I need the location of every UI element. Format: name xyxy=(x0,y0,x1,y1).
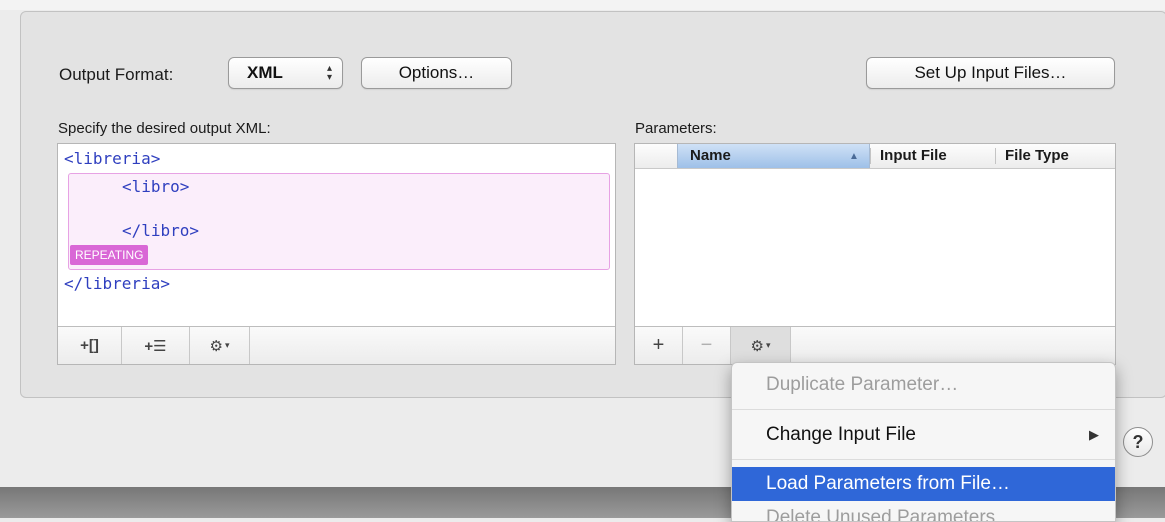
parameters-table-header: Name ▲ Input File File Type xyxy=(635,144,1115,169)
xml-editor-toolbar: +[] +☰ ⚙ ▾ xyxy=(58,326,615,364)
options-button[interactable]: Options… xyxy=(361,57,512,89)
parameters-table[interactable]: Name ▲ Input File File Type + − ⚙ ▾ xyxy=(634,143,1116,365)
parameters-context-menu: Duplicate Parameter… Change Input File ▶… xyxy=(731,362,1116,522)
submenu-arrow-icon: ▶ xyxy=(1089,427,1099,442)
header-divider xyxy=(870,148,871,164)
parameters-heading: Parameters: xyxy=(635,120,717,137)
xml-editor[interactable]: <libreria> <libro> </libro> REPEATING </… xyxy=(57,143,616,365)
parameters-toolbar: + − ⚙ ▾ xyxy=(635,326,1115,364)
window-top-strip xyxy=(0,0,1165,10)
menu-item-delete-unused-parameters[interactable]: Delete Unused Parameters xyxy=(732,501,1115,521)
xml-line-libro-open[interactable]: <libro> xyxy=(122,177,189,196)
gear-icon: ⚙ xyxy=(750,337,764,355)
menu-item-label: Change Input File xyxy=(766,424,916,445)
xml-line-libreria-open[interactable]: <libreria> xyxy=(64,149,160,168)
output-format-value: XML xyxy=(247,63,283,82)
xml-line-libreria-close[interactable]: </libreria> xyxy=(64,274,170,293)
xml-action-menu-button[interactable]: ⚙ ▾ xyxy=(190,327,250,364)
xml-line-libro-close[interactable]: </libro> xyxy=(122,221,199,240)
chevron-down-icon: ▾ xyxy=(224,340,230,350)
popup-arrows-icon: ▴ ▾ xyxy=(326,63,332,83)
menu-item-load-parameters[interactable]: Load Parameters from File… xyxy=(732,467,1115,501)
gear-icon: ⚙ xyxy=(209,337,223,355)
column-header-name[interactable]: Name xyxy=(690,147,731,164)
repeating-badge: REPEATING xyxy=(70,245,149,265)
add-list-button[interactable]: +☰ xyxy=(122,327,190,364)
menu-item-change-input-file[interactable]: Change Input File ▶ xyxy=(732,418,1115,452)
remove-parameter-button[interactable]: − xyxy=(683,327,731,364)
column-header-file-type[interactable]: File Type xyxy=(1005,147,1069,164)
column-header-input-file[interactable]: Input File xyxy=(880,147,947,164)
add-parameter-button[interactable]: + xyxy=(635,327,683,364)
menu-item-duplicate-parameter[interactable]: Duplicate Parameter… xyxy=(732,368,1115,402)
set-up-input-files-button[interactable]: Set Up Input Files… xyxy=(866,57,1115,89)
menu-separator xyxy=(732,409,1115,410)
parameters-action-menu-button[interactable]: ⚙ ▾ xyxy=(731,327,791,364)
output-format-label: Output Format: xyxy=(59,65,174,84)
output-format-popup[interactable]: XML ▴ ▾ xyxy=(228,57,343,89)
xml-editor-heading: Specify the desired output XML: xyxy=(58,120,271,137)
header-divider xyxy=(995,148,996,164)
menu-separator xyxy=(732,459,1115,460)
repeating-block[interactable]: <libro> </libro> xyxy=(68,173,610,270)
add-element-button[interactable]: +[] xyxy=(58,327,122,364)
chevron-down-icon: ▾ xyxy=(765,340,771,350)
sort-ascending-icon: ▲ xyxy=(849,151,859,162)
help-button[interactable]: ? xyxy=(1123,427,1153,457)
